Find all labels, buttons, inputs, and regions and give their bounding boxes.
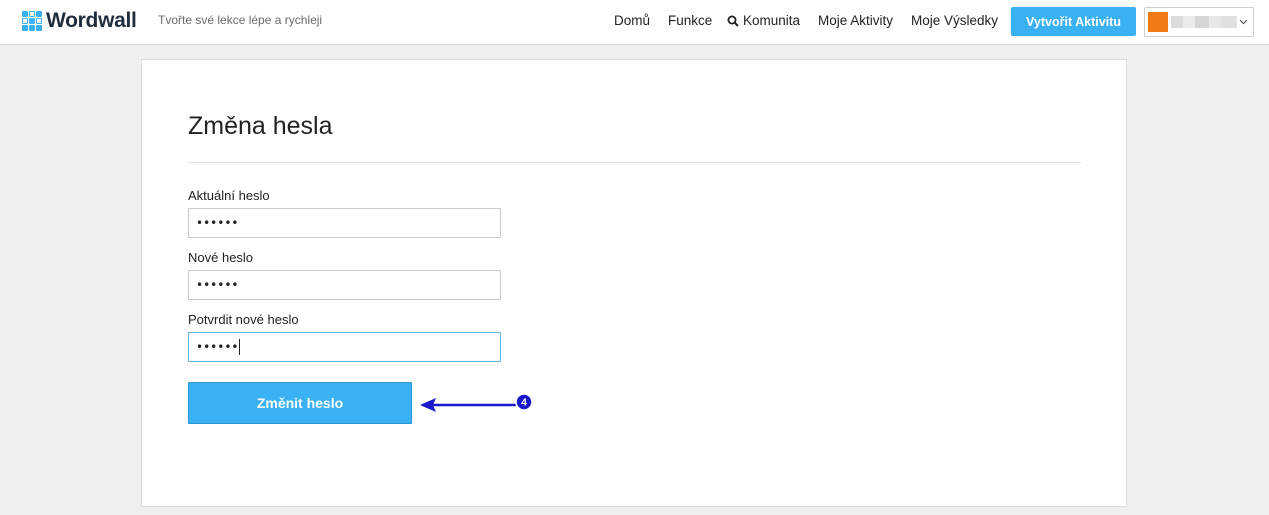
new-password-input[interactable]: ••••••: [188, 270, 501, 300]
search-icon: [727, 15, 739, 27]
title-divider: [188, 162, 1081, 163]
current-password-value: ••••••: [196, 216, 239, 230]
username-blurred: [1171, 16, 1237, 28]
nav-community-label: Komunita: [743, 13, 801, 28]
chevron-down-icon: [1239, 19, 1248, 25]
nav-community[interactable]: Komunita: [727, 13, 800, 28]
page-title: Změna hesla: [188, 112, 333, 140]
logo-text: Wordwall: [46, 9, 137, 32]
nav-features[interactable]: Funkce: [668, 13, 712, 28]
confirm-password-value: ••••••: [196, 340, 239, 354]
new-password-value: ••••••: [196, 278, 239, 292]
user-menu-dropdown[interactable]: [1144, 7, 1254, 37]
top-navigation-bar: Wordwall Tvořte své lekce lépe a rychlej…: [0, 0, 1269, 45]
step-annotation-arrow: 4: [420, 393, 533, 412]
nav-my-results[interactable]: Moje Výsledky: [911, 13, 998, 28]
tagline: Tvořte své lekce lépe a rychleji: [158, 13, 323, 27]
step-number-badge: 4: [521, 398, 527, 409]
nav-home[interactable]: Domů: [614, 13, 650, 28]
logo-grid-icon: [22, 11, 42, 31]
current-password-label: Aktuální heslo: [188, 188, 270, 203]
nav-my-activities[interactable]: Moje Aktivity: [818, 13, 893, 28]
text-cursor: [239, 339, 241, 355]
create-activity-button[interactable]: Vytvořit Aktivitu: [1011, 7, 1136, 36]
wordwall-logo[interactable]: Wordwall: [22, 9, 137, 32]
current-password-input[interactable]: ••••••: [188, 208, 501, 238]
change-password-card: Změna hesla Aktuální heslo •••••• Nové h…: [141, 59, 1127, 507]
avatar: [1148, 12, 1168, 32]
change-password-button[interactable]: Změnit heslo: [188, 382, 412, 424]
new-password-label: Nové heslo: [188, 250, 254, 265]
confirm-password-input[interactable]: ••••••: [188, 332, 501, 362]
confirm-password-label: Potvrdit nové heslo: [188, 312, 299, 327]
